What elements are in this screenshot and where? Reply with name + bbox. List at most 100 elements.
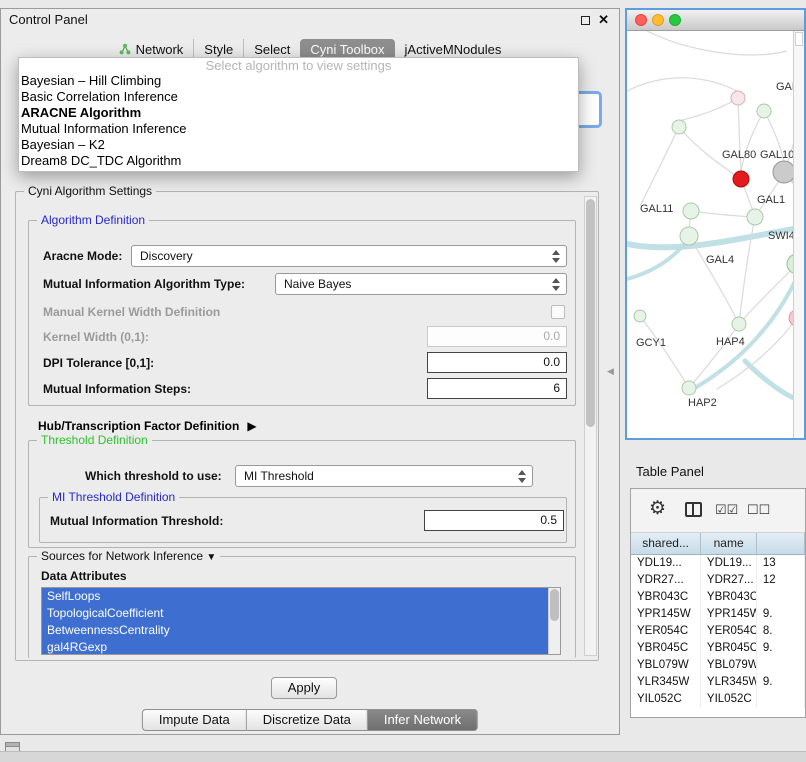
network-edge[interactable] (689, 236, 739, 324)
network-node[interactable] (731, 91, 745, 105)
network-node[interactable] (683, 203, 699, 219)
network-node[interactable] (747, 209, 763, 225)
aracne-mode-select[interactable]: Discovery (131, 245, 567, 267)
network-node[interactable] (634, 310, 646, 322)
float-window-icon[interactable] (581, 16, 590, 25)
dpi-tolerance-field[interactable]: 0.0 (427, 352, 567, 373)
expand-collapsed-icon[interactable]: ▶ (247, 419, 256, 433)
algorithm-option-bayesian-hill-climbing[interactable]: Bayesian – Hill Climbing (19, 73, 578, 89)
network-edge[interactable] (679, 98, 738, 121)
node-label: HAP2 (688, 397, 717, 409)
table-cell: YDR27... (701, 572, 757, 589)
mi-type-select[interactable]: Naive Bayes (275, 273, 567, 295)
network-window-titlebar[interactable] (627, 10, 804, 31)
table-row[interactable]: YIL052CYIL052C (631, 691, 805, 708)
algorithm-option-mutual-information-inference[interactable]: Mutual Information Inference (19, 121, 578, 137)
sources-group-title[interactable]: Sources for Network Inference ▼ (37, 549, 220, 563)
column-header[interactable]: name (701, 533, 757, 554)
network-node[interactable] (680, 227, 698, 245)
algorithm-option-bayesian-k2[interactable]: Bayesian – K2 (19, 137, 578, 153)
table-cell (757, 589, 805, 606)
network-edge[interactable] (739, 217, 755, 324)
table-row[interactable]: YLR345WYLR345W9. (631, 674, 805, 691)
settings-scrollbar[interactable] (584, 196, 597, 656)
close-icon[interactable]: ✕ (598, 12, 609, 28)
manual-kernel-label: Manual Kernel Width Definition (43, 301, 220, 323)
popup-placeholder: Select algorithm to view settings (19, 58, 578, 73)
sources-group: Sources for Network Inference ▼ Data Att… (28, 556, 576, 658)
which-threshold-select[interactable]: MI Threshold (235, 465, 533, 487)
algorithm-option-aracne-algorithm[interactable]: ARACNE Algorithm (19, 105, 578, 121)
node-label: HAP4 (716, 336, 745, 348)
table-row[interactable]: YER054CYER054C8. (631, 623, 805, 640)
data-attribute-item[interactable]: SelfLoops (42, 588, 549, 605)
table-cell: YBL079W (701, 657, 757, 674)
scrollbar-thumb[interactable] (550, 589, 559, 621)
network-canvas[interactable]: GAL8GAL80GAL10GAL11GAL1SWI4GAL4GCY1HAP4H… (627, 31, 806, 440)
network-edge[interactable] (647, 31, 787, 55)
network-edge[interactable] (691, 211, 755, 217)
columns-icon[interactable] (685, 502, 702, 517)
deselect-all-icon[interactable]: ☐☐ (747, 502, 770, 518)
tab-label: Style (204, 42, 233, 57)
network-node[interactable] (672, 120, 686, 134)
table-cell: YBR045C (631, 640, 701, 657)
data-attributes-items: SelfLoopsTopologicalCoefficientBetweenne… (42, 588, 560, 655)
network-edge[interactable] (717, 318, 797, 389)
algorithm-definition-title: Algorithm Definition (37, 213, 149, 227)
table-row[interactable]: YDL19...YDL19...13 (631, 555, 805, 572)
minimize-traffic-light-icon[interactable] (652, 14, 664, 26)
table-row[interactable]: YDR27...YDR27...12 (631, 572, 805, 589)
table-row[interactable]: YPR145WYPR145W9. (631, 606, 805, 623)
network-scrollbar[interactable] (793, 31, 804, 438)
gear-icon[interactable]: ⚙ (649, 497, 666, 520)
data-attributes-list[interactable]: SelfLoopsTopologicalCoefficientBetweenne… (41, 587, 561, 655)
algorithm-definition-group: Algorithm Definition Aracne Mode: Discov… (28, 220, 576, 406)
data-attribute-item[interactable]: BetweennessCentrality (42, 622, 549, 639)
algorithm-option-basic-correlation-inference[interactable]: Basic Correlation Inference (19, 89, 578, 105)
network-edge[interactable] (640, 127, 679, 206)
splitter-collapse-icon[interactable]: ◀ (607, 366, 614, 377)
network-node[interactable] (757, 104, 771, 118)
node-label: GAL1 (757, 194, 785, 206)
popup-items: Bayesian – Hill ClimbingBasic Correlatio… (19, 73, 578, 169)
bottom-tab-infer-network[interactable]: Infer Network (368, 709, 478, 731)
scrollbar-button[interactable] (795, 32, 803, 46)
scrollbar-thumb[interactable] (586, 199, 595, 427)
data-attribute-item[interactable]: gal4RGexp (42, 639, 549, 655)
column-header[interactable]: shared... (631, 533, 701, 554)
mi-type-value: Naive Bayes (284, 277, 351, 291)
bottom-tab-bar: Impute DataDiscretize DataInfer Network (142, 709, 478, 731)
network-node[interactable] (682, 381, 696, 395)
table-cell: 9. (757, 674, 805, 691)
network-edge[interactable] (741, 111, 764, 171)
mi-threshold-field[interactable]: 0.5 (424, 510, 564, 531)
network-edge[interactable] (689, 324, 739, 388)
list-scrollbar[interactable] (548, 588, 560, 654)
kernel-width-field[interactable]: 0.0 (427, 326, 567, 347)
network-edge[interactable] (693, 273, 799, 389)
network-edge[interactable] (640, 316, 689, 388)
table-cell: YLR345W (631, 674, 701, 691)
network-node[interactable] (733, 171, 749, 187)
network-node[interactable] (732, 317, 746, 331)
bottom-tab-discretize-data[interactable]: Discretize Data (247, 709, 368, 731)
column-header[interactable] (757, 533, 805, 554)
data-attribute-item[interactable]: TopologicalCoefficient (42, 605, 549, 622)
mi-steps-field[interactable]: 6 (427, 378, 567, 399)
zoom-traffic-light-icon[interactable] (669, 14, 681, 26)
table-row[interactable]: YBR043CYBR043C (631, 589, 805, 606)
select-all-icon[interactable]: ☑☑ (715, 502, 738, 518)
expand-expanded-icon[interactable]: ▼ (206, 552, 216, 563)
apply-button[interactable]: Apply (271, 677, 337, 699)
algorithm-option-dream8-dc-tdc-algorithm[interactable]: Dream8 DC_TDC Algorithm (19, 153, 578, 169)
network-node[interactable] (773, 161, 795, 183)
table-row[interactable]: YBL079WYBL079W (631, 657, 805, 674)
bottom-tab-impute-data[interactable]: Impute Data (142, 709, 247, 731)
node-label: GCY1 (636, 337, 666, 349)
table-row[interactable]: YBR045CYBR045C9. (631, 640, 805, 657)
manual-kernel-checkbox[interactable] (551, 305, 565, 319)
network-edge[interactable] (627, 78, 737, 91)
combo-arrows-icon (552, 250, 560, 263)
close-traffic-light-icon[interactable] (635, 14, 647, 26)
